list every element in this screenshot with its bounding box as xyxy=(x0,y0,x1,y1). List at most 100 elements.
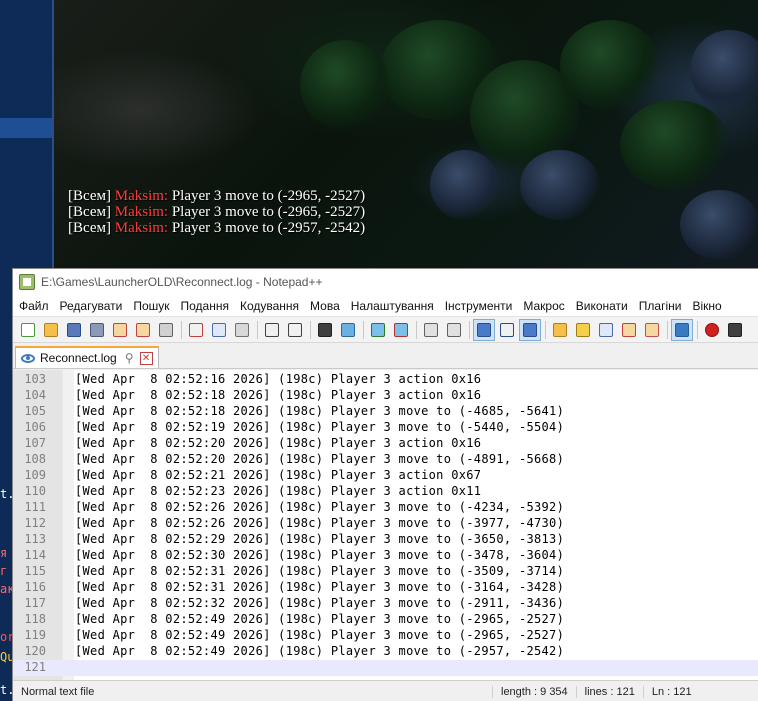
tab-reconnect-log[interactable]: Reconnect.log ⚲ ✕ xyxy=(15,346,159,368)
open-file-icon xyxy=(44,322,58,337)
folder-workspace-button[interactable] xyxy=(618,319,640,341)
close-file-icon xyxy=(113,322,127,337)
menu-item[interactable]: Подання xyxy=(178,299,235,313)
line-text: [Wed Apr 8 02:52:49 2026] (198c) Player … xyxy=(75,612,565,626)
chat-channel: [Всем] xyxy=(68,220,111,236)
line-number: 111 xyxy=(24,500,46,514)
show-all-chars-button[interactable] xyxy=(496,319,518,341)
copy-button[interactable] xyxy=(208,319,230,341)
close-all-icon xyxy=(136,322,150,337)
doc-list-button[interactable] xyxy=(641,319,663,341)
menu-item[interactable]: Пошук xyxy=(130,299,175,313)
function-list-button[interactable] xyxy=(595,319,617,341)
toolbar-separator xyxy=(181,320,182,339)
snowy-tree xyxy=(680,190,758,260)
window-title: E:\Games\LauncherOLD\Reconnect.log - Not… xyxy=(41,275,323,289)
chat-line: [Всем] Maksim: Player 3 move to (-2965, … xyxy=(68,188,365,204)
menu-item[interactable]: Налаштування xyxy=(348,299,440,313)
title-bar[interactable]: E:\Games\LauncherOLD\Reconnect.log - Not… xyxy=(13,269,758,295)
word-wrap-icon xyxy=(477,322,491,337)
editor-line[interactable]: 112 [Wed Apr 8 02:52:26 2026] (198c) Play… xyxy=(13,516,758,532)
paste-icon xyxy=(235,322,249,337)
tab-bar: Reconnect.log ⚲ ✕ xyxy=(13,343,758,369)
close-all-button[interactable] xyxy=(132,319,154,341)
tree-cluster xyxy=(300,40,390,130)
word-wrap-button[interactable] xyxy=(473,318,495,341)
editor-line[interactable]: 119 [Wed Apr 8 02:52:49 2026] (198c) Play… xyxy=(13,628,758,644)
zoom-in-button[interactable] xyxy=(367,319,389,341)
line-number: 105 xyxy=(24,404,46,418)
editor-line[interactable]: 108 [Wed Apr 8 02:52:20 2026] (198c) Play… xyxy=(13,452,758,468)
udl-button[interactable] xyxy=(549,319,571,341)
pin-icon[interactable]: ⚲ xyxy=(125,351,134,365)
line-number: 114 xyxy=(24,548,46,562)
editor-area[interactable]: 103 [Wed Apr 8 02:52:16 2026] (198c) Play… xyxy=(13,370,758,680)
editor-line[interactable]: 118 [Wed Apr 8 02:52:49 2026] (198c) Play… xyxy=(13,612,758,628)
menu-item[interactable]: Макрос xyxy=(520,299,570,313)
line-number: 115 xyxy=(24,564,46,578)
cut-button[interactable] xyxy=(185,319,207,341)
undo-button[interactable] xyxy=(261,319,283,341)
find-icon xyxy=(318,322,332,337)
close-file-button[interactable] xyxy=(109,319,131,341)
editor-line[interactable]: 110 [Wed Apr 8 02:52:23 2026] (198c) Play… xyxy=(13,484,758,500)
sync-vertical-button[interactable] xyxy=(420,319,442,341)
close-tab-icon[interactable]: ✕ xyxy=(139,351,153,365)
editor-line[interactable]: 103 [Wed Apr 8 02:52:16 2026] (198c) Play… xyxy=(13,372,758,388)
menu-item[interactable]: Редагувати xyxy=(57,299,129,313)
editor-line[interactable]: 104 [Wed Apr 8 02:52:18 2026] (198c) Play… xyxy=(13,388,758,404)
line-text: [Wed Apr 8 02:52:16 2026] (198c) Player … xyxy=(75,372,482,386)
menu-item[interactable]: Кодування xyxy=(237,299,305,313)
editor-line[interactable]: 106 [Wed Apr 8 02:52:19 2026] (198c) Play… xyxy=(13,420,758,436)
toolbar-separator xyxy=(257,320,258,339)
monitoring-button[interactable] xyxy=(671,318,693,341)
status-position: Ln : 121 xyxy=(651,685,692,698)
menu-bar: Файл Редагувати Пошук Подання Кодування Мова Н… xyxy=(13,295,758,317)
replace-icon xyxy=(341,322,355,337)
chat-line: [Всем] Maksim: Player 3 move to (-2957, … xyxy=(68,220,365,236)
find-button[interactable] xyxy=(314,319,336,341)
menu-item[interactable]: Плагіни xyxy=(636,299,688,313)
line-text: [Wed Apr 8 02:52:18 2026] (198c) Player … xyxy=(75,388,482,402)
menu-item[interactable]: Файл xyxy=(16,299,55,313)
editor-line[interactable]: 109 [Wed Apr 8 02:52:21 2026] (198c) Play… xyxy=(13,468,758,484)
editor-line[interactable]: 114 [Wed Apr 8 02:52:30 2026] (198c) Play… xyxy=(13,548,758,564)
record-macro-button[interactable] xyxy=(701,319,723,341)
open-file-button[interactable] xyxy=(40,319,62,341)
stop-record-button[interactable] xyxy=(724,319,746,341)
save-button[interactable] xyxy=(63,319,85,341)
menu-item[interactable]: Інструменти xyxy=(442,299,519,313)
menu-item[interactable]: Виконати xyxy=(573,299,634,313)
line-text: [Wed Apr 8 02:52:20 2026] (198c) Player … xyxy=(75,436,482,450)
line-number: 104 xyxy=(24,388,46,402)
editor-line[interactable]: 105 [Wed Apr 8 02:52:18 2026] (198c) Play… xyxy=(13,404,758,420)
editor-line[interactable]: 115 [Wed Apr 8 02:52:31 2026] (198c) Play… xyxy=(13,564,758,580)
editor-line[interactable]: 120 [Wed Apr 8 02:52:49 2026] (198c) Play… xyxy=(13,644,758,660)
line-text: [Wed Apr 8 02:52:19 2026] (198c) Player … xyxy=(75,420,565,434)
editor-line[interactable]: 107 [Wed Apr 8 02:52:20 2026] (198c) Play… xyxy=(13,436,758,452)
redo-button[interactable] xyxy=(284,319,306,341)
replace-button[interactable] xyxy=(337,319,359,341)
zoom-out-button[interactable] xyxy=(390,319,412,341)
sync-horizontal-button[interactable] xyxy=(443,319,465,341)
doc-map-button[interactable] xyxy=(572,319,594,341)
undo-icon xyxy=(265,322,279,337)
toolbar-separator xyxy=(310,320,311,339)
menu-item[interactable]: Мова xyxy=(307,299,346,313)
paste-button[interactable] xyxy=(231,319,253,341)
indent-guide-button[interactable] xyxy=(519,318,541,341)
menu-item[interactable]: Вікно xyxy=(689,299,727,313)
print-button[interactable] xyxy=(155,319,177,341)
editor-line[interactable]: 116 [Wed Apr 8 02:52:31 2026] (198c) Play… xyxy=(13,580,758,596)
new-file-button[interactable] xyxy=(17,319,39,341)
doc-map-icon xyxy=(576,322,590,337)
editor-line[interactable]: 113 [Wed Apr 8 02:52:29 2026] (198c) Play… xyxy=(13,532,758,548)
editor-line[interactable]: 117 [Wed Apr 8 02:52:32 2026] (198c) Play… xyxy=(13,596,758,612)
line-text: [Wed Apr 8 02:52:23 2026] (198c) Player … xyxy=(75,484,482,498)
chat-line: [Всем] Maksim: Player 3 move to (-2965, … xyxy=(68,204,365,220)
editor-line[interactable]: 111 [Wed Apr 8 02:52:26 2026] (198c) Play… xyxy=(13,500,758,516)
notepadpp-window[interactable]: E:\Games\LauncherOLD\Reconnect.log - Not… xyxy=(12,268,758,701)
editor-line[interactable]: 121 xyxy=(13,660,758,676)
save-all-button[interactable] xyxy=(86,319,108,341)
show-all-chars-icon xyxy=(500,322,514,337)
